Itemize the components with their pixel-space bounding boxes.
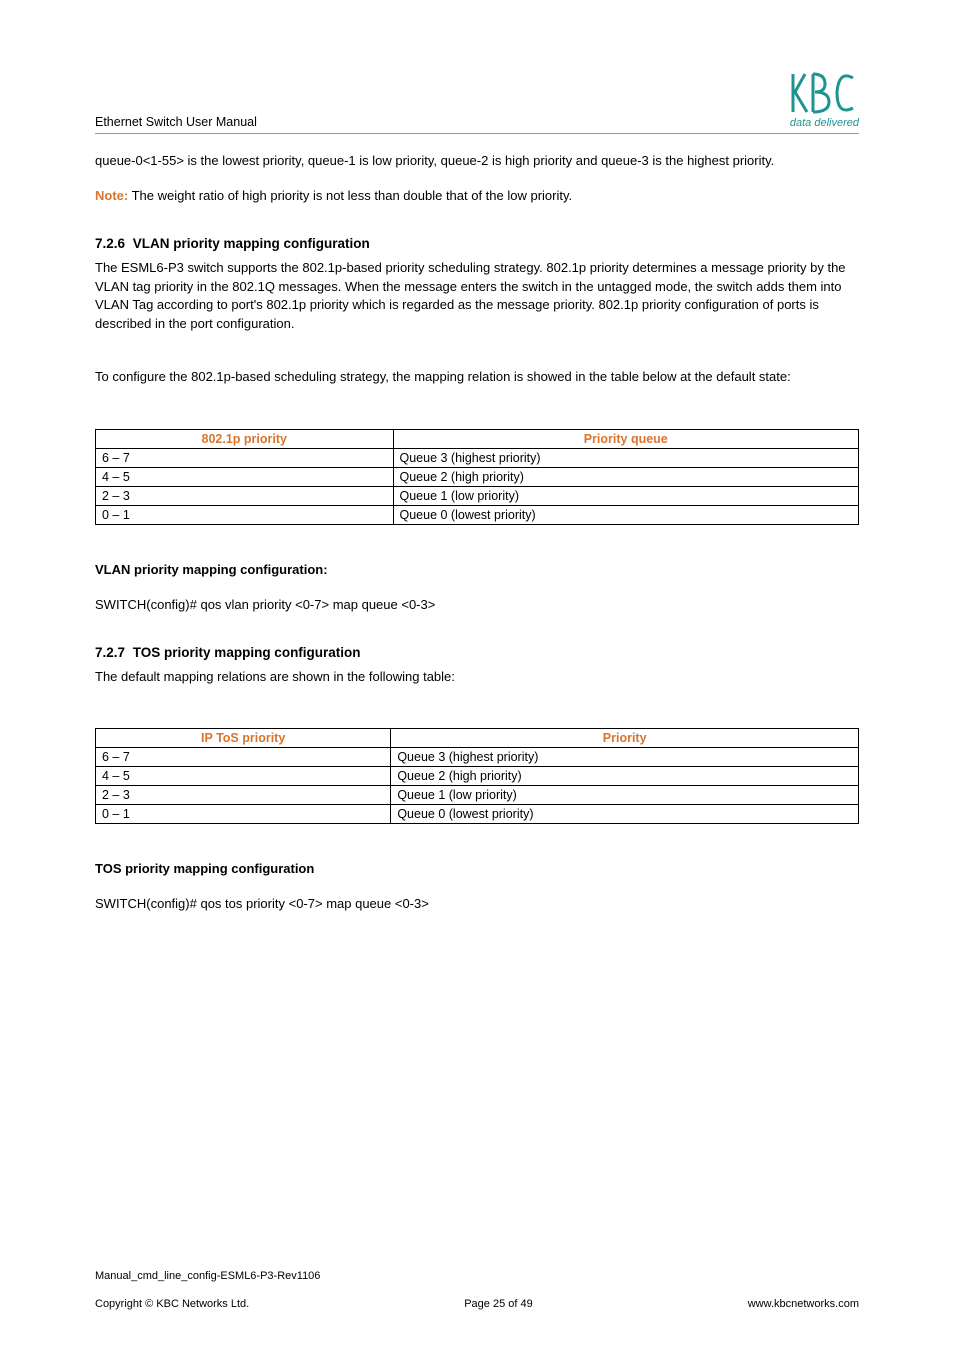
- section-title: VLAN priority mapping configuration: [133, 236, 370, 251]
- table-ip-tos-priority: IP ToS priority Priority 6 – 7 Queue 3 (…: [95, 728, 859, 824]
- footer-url: www.kbcnetworks.com: [748, 1298, 859, 1310]
- table-row: 0 – 1 Queue 0 (lowest priority): [96, 505, 859, 524]
- page-footer: Manual_cmd_line_config-ESML6-P3-Rev1106 …: [95, 1270, 859, 1310]
- table-header: IP ToS priority: [96, 729, 391, 748]
- tos-config-heading: TOS priority mapping configuration: [95, 860, 859, 879]
- section-727-p1: The default mapping relations are shown …: [95, 668, 859, 687]
- section-726-heading: 7.2.6 VLAN priority mapping configuratio…: [95, 236, 859, 251]
- table-row: 4 – 5 Queue 2 (high priority): [96, 467, 859, 486]
- section-726-p2: To configure the 802.1p-based scheduling…: [95, 368, 859, 387]
- intro-paragraph: queue-0<1-55> is the lowest priority, qu…: [95, 152, 859, 171]
- footer-revision: Manual_cmd_line_config-ESML6-P3-Rev1106: [95, 1270, 859, 1282]
- header-title: Ethernet Switch User Manual: [95, 115, 257, 129]
- table-row: 2 – 3 Queue 1 (low priority): [96, 786, 859, 805]
- kbc-logo-icon: [789, 72, 859, 116]
- section-727-heading: 7.2.7 TOS priority mapping configuration: [95, 645, 859, 660]
- section-title: TOS priority mapping configuration: [133, 645, 361, 660]
- logo: data delivered: [789, 72, 859, 129]
- table-row: 6 – 7 Queue 3 (highest priority): [96, 448, 859, 467]
- section-number: 7.2.7: [95, 645, 125, 660]
- note-text: The weight ratio of high priority is not…: [128, 188, 572, 203]
- logo-tagline: data delivered: [790, 117, 859, 129]
- section-number: 7.2.6: [95, 236, 125, 251]
- table-row: 0 – 1 Queue 0 (lowest priority): [96, 805, 859, 824]
- note-label: Note:: [95, 188, 128, 203]
- table-row: 2 – 3 Queue 1 (low priority): [96, 486, 859, 505]
- footer-page-number: Page 25 of 49: [464, 1298, 533, 1310]
- footer-copyright: Copyright © KBC Networks Ltd.: [95, 1298, 249, 1310]
- table-header: Priority queue: [393, 429, 859, 448]
- table-8021p-priority: 802.1p priority Priority queue 6 – 7 Que…: [95, 429, 859, 525]
- table-row: 4 – 5 Queue 2 (high priority): [96, 767, 859, 786]
- note-paragraph: Note: The weight ratio of high priority …: [95, 187, 859, 206]
- vlan-config-heading: VLAN priority mapping configuration:: [95, 561, 859, 580]
- table-row: 6 – 7 Queue 3 (highest priority): [96, 748, 859, 767]
- tos-config-command: SWITCH(config)# qos tos priority <0-7> m…: [95, 895, 859, 914]
- table-header: 802.1p priority: [96, 429, 394, 448]
- vlan-config-command: SWITCH(config)# qos vlan priority <0-7> …: [95, 596, 859, 615]
- page-header: Ethernet Switch User Manual data deliver…: [95, 72, 859, 134]
- section-726-p1: The ESML6-P3 switch supports the 802.1p-…: [95, 259, 859, 334]
- table-header: Priority: [391, 729, 859, 748]
